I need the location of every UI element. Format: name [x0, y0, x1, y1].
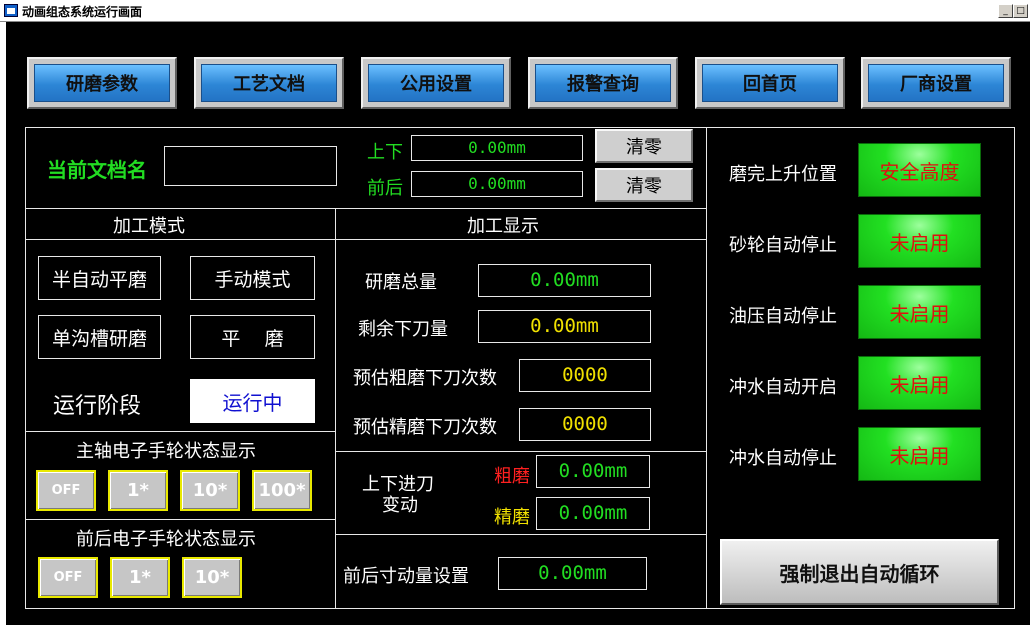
- current-doc-label: 当前文档名: [47, 158, 147, 182]
- front-back-label: 前后: [367, 178, 403, 199]
- fb-wheel-x1-button[interactable]: 1*: [110, 557, 170, 598]
- divider: [25, 519, 335, 520]
- spindle-wheel-title: 主轴电子手轮状态显示: [76, 441, 256, 462]
- nav-common-settings-button[interactable]: 公用设置: [361, 57, 511, 109]
- size-jog-label: 前后寸动量设置: [343, 566, 469, 587]
- current-doc-field[interactable]: [164, 146, 337, 186]
- fine-count-label: 预估精磨下刀次数: [353, 417, 497, 438]
- semi-auto-flat-grind-button[interactable]: 半自动平磨: [38, 256, 161, 300]
- run-stage-value: 运行中: [190, 379, 315, 423]
- front-back-value: 0.00mm: [411, 171, 583, 197]
- up-down-label: 上下: [367, 142, 403, 163]
- total-grind-value: 0.00mm: [478, 264, 651, 297]
- nav-alarm-query-button[interactable]: 报警查询: [528, 57, 678, 109]
- rough-feed-value: 0.00mm: [536, 455, 650, 488]
- status-flush-auto-stop-indicator: 未启用: [858, 427, 981, 481]
- status-label-oil-auto-stop: 油压自动停止: [729, 306, 837, 327]
- up-down-value: 0.00mm: [411, 135, 583, 161]
- rough-count-label: 预估粗磨下刀次数: [353, 368, 497, 389]
- window-title: 动画组态系统运行画面: [22, 5, 143, 19]
- divider: [335, 451, 706, 452]
- status-oil-auto-stop-indicator: 未启用: [858, 285, 981, 339]
- flat-grind-button[interactable]: 平 磨: [190, 315, 315, 359]
- nav-vendor-settings-button[interactable]: 厂商设置: [861, 57, 1011, 109]
- clear-front-back-button[interactable]: 清零: [595, 168, 693, 202]
- divider: [335, 208, 336, 609]
- fine-feed-value: 0.00mm: [536, 497, 650, 530]
- nav-process-docs-button[interactable]: 工艺文档: [194, 57, 344, 109]
- minimize-button[interactable]: _: [998, 4, 1013, 18]
- fb-wheel-x10-button[interactable]: 10*: [182, 557, 242, 598]
- title-bar: 动画组态系统运行画面 _ □: [0, 0, 1030, 22]
- nav-grinding-params-button[interactable]: 研磨参数: [27, 57, 177, 109]
- status-wheel-auto-stop-indicator: 未启用: [858, 214, 981, 268]
- fb-wheel-off-button[interactable]: OFF: [38, 557, 98, 598]
- status-flush-auto-on-indicator: 未启用: [858, 356, 981, 410]
- mode-title: 加工模式: [113, 216, 185, 237]
- clear-up-down-button[interactable]: 清零: [595, 129, 693, 163]
- divider: [25, 208, 706, 209]
- window-frame: [0, 22, 6, 625]
- status-label-flush-auto-stop: 冲水自动停止: [729, 448, 837, 469]
- fine-feed-label: 精磨: [494, 507, 530, 528]
- display-title: 加工显示: [467, 216, 539, 237]
- status-label-wheel-auto-stop: 砂轮自动停止: [729, 235, 837, 256]
- status-label-flush-auto-on: 冲水自动开启: [729, 377, 837, 398]
- divider: [25, 239, 706, 240]
- maximize-button[interactable]: □: [1013, 4, 1028, 18]
- status-label-lift-position: 磨完上升位置: [729, 164, 837, 185]
- spindle-wheel-x1-button[interactable]: 1*: [108, 470, 168, 511]
- remaining-feed-value: 0.00mm: [478, 310, 651, 343]
- size-jog-value[interactable]: 0.00mm: [498, 557, 647, 590]
- force-exit-auto-cycle-button[interactable]: 强制退出自动循环: [720, 539, 999, 605]
- divider: [706, 127, 707, 609]
- fb-wheel-title: 前后电子手轮状态显示: [76, 529, 256, 550]
- total-grind-label: 研磨总量: [365, 272, 437, 293]
- app-icon: [4, 4, 18, 17]
- run-stage-label: 运行阶段: [53, 394, 142, 419]
- feed-label-line2: 变动: [382, 495, 418, 516]
- rough-feed-label: 粗磨: [494, 466, 530, 487]
- remaining-feed-label: 剩余下刀量: [358, 319, 448, 340]
- nav-home-button[interactable]: 回首页: [695, 57, 845, 109]
- divider: [335, 534, 706, 535]
- spindle-wheel-x10-button[interactable]: 10*: [180, 470, 240, 511]
- divider: [25, 431, 335, 432]
- spindle-wheel-off-button[interactable]: OFF: [36, 470, 96, 511]
- single-groove-grind-button[interactable]: 单沟槽研磨: [38, 315, 161, 359]
- status-lift-position-indicator: 安全高度: [858, 143, 981, 197]
- fine-count-value: 0000: [519, 408, 651, 441]
- spindle-wheel-x100-button[interactable]: 100*: [252, 470, 312, 511]
- manual-mode-button[interactable]: 手动模式: [190, 256, 315, 300]
- rough-count-value: 0000: [519, 359, 651, 392]
